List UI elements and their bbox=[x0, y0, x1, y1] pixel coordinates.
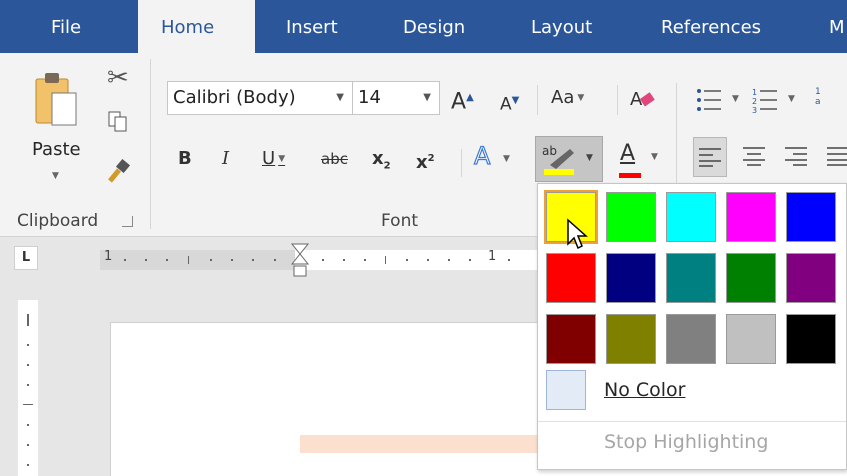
strikethrough-button[interactable]: abc bbox=[321, 144, 348, 174]
color-swatch[interactable] bbox=[786, 192, 836, 242]
color-swatch[interactable] bbox=[606, 253, 656, 303]
chevron-down-icon[interactable]: ▼ bbox=[336, 82, 344, 114]
copy-icon[interactable] bbox=[108, 111, 128, 133]
bullets-dropdown[interactable]: ▼ bbox=[729, 84, 739, 114]
color-swatch[interactable] bbox=[546, 253, 596, 303]
text-effects-icon[interactable]: A bbox=[473, 141, 491, 171]
change-case-button[interactable]: Aa ▼ bbox=[551, 83, 584, 113]
paste-button[interactable]: Paste ▼ bbox=[22, 63, 92, 203]
underline-button[interactable]: U ▼ bbox=[262, 144, 285, 174]
multilevel-list-icon[interactable]: 1a bbox=[815, 87, 821, 107]
align-left-button[interactable] bbox=[693, 137, 727, 177]
ruler-margin bbox=[100, 250, 295, 270]
underline-label: U bbox=[262, 148, 276, 169]
mouse-pointer-icon bbox=[567, 218, 588, 250]
subscript-label: x bbox=[372, 148, 384, 169]
no-color-swatch[interactable] bbox=[546, 370, 586, 410]
tab-references[interactable]: References bbox=[661, 0, 761, 53]
clear-formatting-icon[interactable]: A bbox=[629, 87, 655, 111]
color-swatch[interactable] bbox=[606, 192, 656, 242]
font-name-value: Calibri (Body) bbox=[173, 87, 296, 108]
font-group-label: Font bbox=[381, 211, 419, 231]
font-color-bar bbox=[619, 173, 641, 178]
color-swatch[interactable] bbox=[666, 253, 716, 303]
ruler-number: 1 bbox=[104, 249, 113, 264]
color-swatch[interactable] bbox=[786, 314, 836, 364]
svg-text:2: 2 bbox=[752, 97, 757, 106]
paste-dropdown-arrow[interactable]: ▼ bbox=[52, 171, 59, 181]
numbering-dropdown[interactable]: ▼ bbox=[785, 84, 795, 114]
stop-highlighting-option[interactable]: Stop Highlighting bbox=[604, 431, 768, 453]
subscript-button[interactable]: x2 bbox=[372, 144, 391, 182]
highlighter-icon: ab bbox=[542, 144, 574, 175]
paste-icon bbox=[35, 73, 77, 126]
color-swatch[interactable] bbox=[606, 314, 656, 364]
tab-design[interactable]: Design bbox=[403, 0, 465, 53]
color-swatch[interactable] bbox=[546, 314, 596, 364]
font-color-button[interactable]: A ▼ bbox=[617, 141, 667, 181]
tab-home[interactable]: Home bbox=[138, 0, 255, 53]
tab-file[interactable]: File bbox=[51, 0, 81, 53]
color-swatch[interactable] bbox=[726, 192, 776, 242]
font-color-icon: A bbox=[620, 141, 636, 166]
font-name-combo[interactable]: Calibri (Body) ▼ bbox=[167, 81, 353, 115]
color-swatch[interactable] bbox=[666, 314, 716, 364]
indent-marker-icon[interactable] bbox=[288, 242, 312, 288]
font-size-combo[interactable]: 14 ▼ bbox=[352, 81, 440, 115]
highlighted-text[interactable] bbox=[300, 435, 540, 453]
svg-text:1: 1 bbox=[752, 88, 757, 97]
text-effects-dropdown[interactable]: ▼ bbox=[500, 144, 510, 174]
group-separator bbox=[150, 59, 151, 229]
ribbon-tab-bar: File Home Insert Design Layout Reference… bbox=[0, 0, 847, 53]
font-size-value: 14 bbox=[358, 87, 381, 108]
grow-font-icon[interactable]: A▲ bbox=[451, 83, 474, 117]
svg-text:3: 3 bbox=[752, 106, 757, 113]
ruler-number: 1 bbox=[488, 249, 497, 264]
superscript-label: x bbox=[416, 152, 428, 173]
bold-button[interactable]: B bbox=[178, 144, 192, 174]
tab-selector[interactable]: L bbox=[14, 246, 38, 270]
color-swatch[interactable] bbox=[666, 192, 716, 242]
chevron-down-icon[interactable]: ▼ bbox=[423, 82, 431, 114]
tab-layout[interactable]: Layout bbox=[531, 0, 592, 53]
align-center-icon[interactable] bbox=[743, 146, 765, 166]
tab-mailings[interactable]: M bbox=[829, 0, 845, 53]
bullets-icon[interactable] bbox=[696, 87, 722, 113]
italic-button[interactable]: I bbox=[222, 144, 229, 174]
numbering-icon[interactable]: 1 2 3 bbox=[752, 87, 778, 113]
text-highlight-color-button[interactable]: ab ▼ bbox=[535, 136, 603, 182]
align-right-icon[interactable] bbox=[785, 146, 807, 166]
align-left-icon bbox=[699, 148, 721, 167]
change-case-label: Aa bbox=[551, 87, 575, 108]
color-swatch[interactable] bbox=[726, 314, 776, 364]
clipboard-group-label: Clipboard bbox=[17, 211, 99, 231]
color-swatch[interactable] bbox=[786, 253, 836, 303]
vertical-ruler[interactable] bbox=[18, 300, 38, 476]
tab-insert[interactable]: Insert bbox=[286, 0, 338, 53]
menu-separator bbox=[538, 421, 846, 422]
no-color-label: No Color bbox=[604, 379, 686, 401]
cut-icon[interactable]: ✂ bbox=[107, 63, 129, 93]
format-painter-icon[interactable] bbox=[107, 158, 131, 184]
chevron-down-icon[interactable]: ▼ bbox=[586, 153, 593, 163]
color-swatch[interactable] bbox=[726, 253, 776, 303]
shrink-font-icon[interactable]: A▼ bbox=[500, 86, 519, 120]
chevron-down-icon[interactable]: ▼ bbox=[651, 152, 658, 162]
paste-label: Paste bbox=[32, 139, 81, 160]
svg-text:ab: ab bbox=[542, 144, 557, 158]
no-color-option[interactable]: No Color bbox=[604, 379, 685, 401]
superscript-button[interactable]: x2 bbox=[416, 144, 435, 178]
justify-icon[interactable] bbox=[827, 146, 847, 166]
clipboard-dialog-launcher-icon[interactable] bbox=[122, 216, 133, 227]
